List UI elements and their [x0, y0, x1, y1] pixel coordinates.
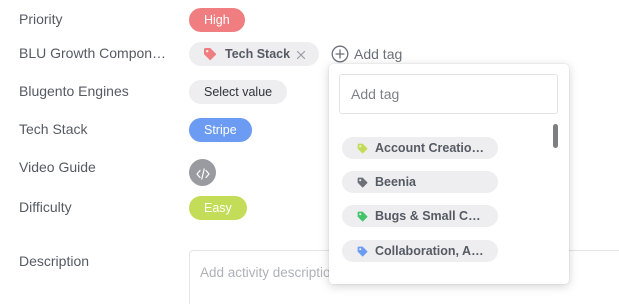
- tag-chip-label: Tech Stack: [225, 47, 291, 61]
- blugento-engines-select[interactable]: Select value: [189, 80, 288, 104]
- blu-growth-label: BLU Growth Compon…: [19, 45, 167, 61]
- plus-circle-icon: [331, 45, 349, 63]
- code-icon: [195, 167, 210, 180]
- video-guide-embed-button[interactable]: [189, 159, 216, 186]
- tag-dropdown: Account Creatio… Beenia Bugs & Small C… …: [329, 64, 569, 284]
- tag-icon: [202, 46, 218, 62]
- tag-icon: [356, 245, 369, 258]
- tag-option[interactable]: Bugs & Small C…: [342, 205, 498, 227]
- add-tag-label: Add tag: [354, 46, 403, 62]
- difficulty-value-badge[interactable]: Easy: [189, 196, 247, 220]
- priority-label: Priority: [19, 11, 63, 27]
- tag-option[interactable]: Account Creatio…: [342, 137, 498, 159]
- add-tag-button[interactable]: Add tag: [331, 44, 402, 64]
- tag-icon: [356, 210, 369, 223]
- tag-option[interactable]: Beenia: [342, 171, 498, 193]
- tag-option-label: Beenia: [375, 175, 416, 189]
- tag-option-label: Account Creatio…: [375, 141, 485, 155]
- tag-option-label: Collaboration, A…: [375, 244, 484, 258]
- tag-icon: [356, 142, 369, 155]
- task-properties-panel: Priority High BLU Growth Compon… Tech St…: [0, 0, 619, 304]
- tag-search-input[interactable]: [339, 74, 558, 114]
- tech-stack-value-badge[interactable]: Stripe: [189, 118, 252, 142]
- dropdown-scrollbar[interactable]: [553, 124, 558, 148]
- close-icon[interactable]: [296, 49, 306, 60]
- difficulty-label: Difficulty: [19, 199, 72, 215]
- tag-option[interactable]: Collaboration, A…: [342, 240, 498, 262]
- video-guide-label: Video Guide: [19, 159, 96, 175]
- tech-stack-tag-chip[interactable]: Tech Stack: [189, 42, 319, 66]
- description-label: Description: [19, 253, 90, 269]
- tech-stack-label: Tech Stack: [19, 121, 88, 137]
- tag-icon: [356, 176, 369, 189]
- priority-value-badge[interactable]: High: [189, 8, 245, 32]
- blugento-engines-label: Blugento Engines: [19, 83, 129, 99]
- tag-option-label: Bugs & Small C…: [375, 209, 481, 223]
